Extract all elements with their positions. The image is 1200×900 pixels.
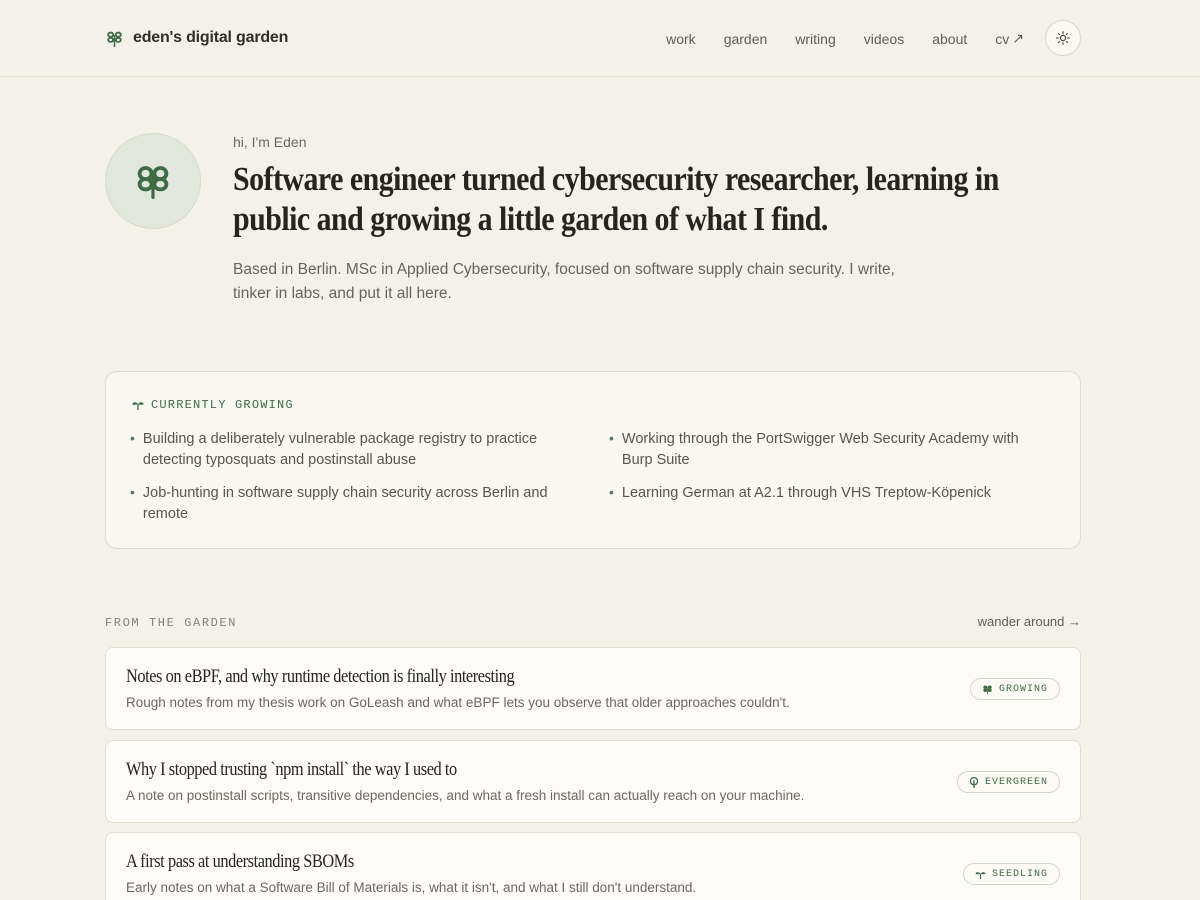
post-description: Rough notes from my thesis work on GoLea… — [126, 695, 790, 710]
list-item-text: Job-hunting in software supply chain sec… — [142, 485, 548, 522]
sprout-icon — [975, 871, 986, 879]
list-item: • Learning German at A2.1 through VHS Tr… — [609, 483, 1049, 525]
nav-cv[interactable]: cv ↗ — [995, 30, 1024, 47]
sun-icon — [1056, 31, 1070, 45]
badge-label: GROWING — [998, 683, 1048, 695]
nav-cv-label: cv — [995, 30, 1010, 47]
currently-growing-card: CURRENTLY GROWING • Building a deliberat… — [105, 371, 1081, 549]
hero-title: Software engineer turned cybersecurity r… — [233, 161, 999, 238]
post-description: Early notes on what a Software Bill of M… — [126, 880, 697, 895]
nav-writing[interactable]: writing — [795, 30, 835, 47]
garden-post-card[interactable]: Notes on eBPF, and why runtime detection… — [105, 647, 1081, 730]
sprout-icon — [132, 402, 144, 410]
post-title: Why I stopped trusting `npm install` the… — [126, 759, 457, 780]
avatar — [105, 133, 201, 229]
clover-icon — [983, 685, 992, 694]
garden-section-header: FROM THE GARDEN wander around → — [105, 614, 1081, 632]
bullet-icon: • — [609, 484, 614, 500]
bullet-icon: • — [130, 430, 135, 446]
theme-toggle-button[interactable] — [1045, 20, 1081, 56]
list-item: • Building a deliberately vulnerable pac… — [130, 429, 609, 471]
section-title: FROM THE GARDEN — [105, 616, 238, 630]
greeting: hi, I'm Eden — [233, 134, 307, 150]
nav-work[interactable]: work — [666, 30, 696, 47]
badge-label: SEEDLING — [991, 868, 1048, 880]
tree-icon — [969, 776, 979, 788]
status-badge: GROWING — [969, 678, 1060, 700]
nav-videos[interactable]: videos — [864, 30, 904, 47]
garden-post-card[interactable]: A first pass at understanding SBOMs Earl… — [105, 832, 1081, 900]
list-item: • Working through the PortSwigger Web Se… — [609, 429, 1049, 471]
growing-label-text: CURRENTLY GROWING — [151, 398, 294, 412]
wander-around-link[interactable]: wander around → — [978, 614, 1081, 629]
list-item: • Job-hunting in software supply chain s… — [130, 483, 609, 525]
main-nav: work garden writing videos about cv ↗ — [666, 30, 1024, 47]
post-title: Notes on eBPF, and why runtime detection… — [126, 666, 515, 687]
external-arrow-icon: ↗ — [1012, 30, 1024, 46]
nav-about[interactable]: about — [932, 30, 967, 47]
nav-garden[interactable]: garden — [724, 30, 768, 47]
clover-icon — [137, 166, 169, 199]
status-badge: SEEDLING — [962, 863, 1060, 885]
list-item-text: Learning German at A2.1 through VHS Trep… — [621, 485, 992, 501]
site-header: eden's digital garden work garden writin… — [0, 0, 1200, 77]
list-item-text: Working through the PortSwigger Web Secu… — [621, 431, 1019, 468]
badge-label: EVERGREEN — [984, 776, 1048, 788]
garden-post-card[interactable]: Why I stopped trusting `npm install` the… — [105, 740, 1081, 823]
bullet-icon: • — [130, 484, 135, 500]
hero-subtitle: Based in Berlin. MSc in Applied Cybersec… — [233, 261, 895, 302]
list-item-text: Building a deliberately vulnerable packa… — [142, 431, 538, 468]
post-description: A note on postinstall scripts, transitiv… — [126, 788, 805, 803]
post-title: A first pass at understanding SBOMs — [126, 851, 354, 872]
currently-growing-label: CURRENTLY GROWING — [132, 398, 294, 412]
clover-icon — [107, 31, 122, 47]
brand-link[interactable]: eden's digital garden — [105, 26, 288, 50]
status-badge: EVERGREEN — [956, 771, 1060, 793]
bullet-icon: • — [609, 430, 614, 446]
growing-list: • Building a deliberately vulnerable pac… — [130, 429, 1060, 525]
brand-name: eden's digital garden — [133, 29, 289, 46]
